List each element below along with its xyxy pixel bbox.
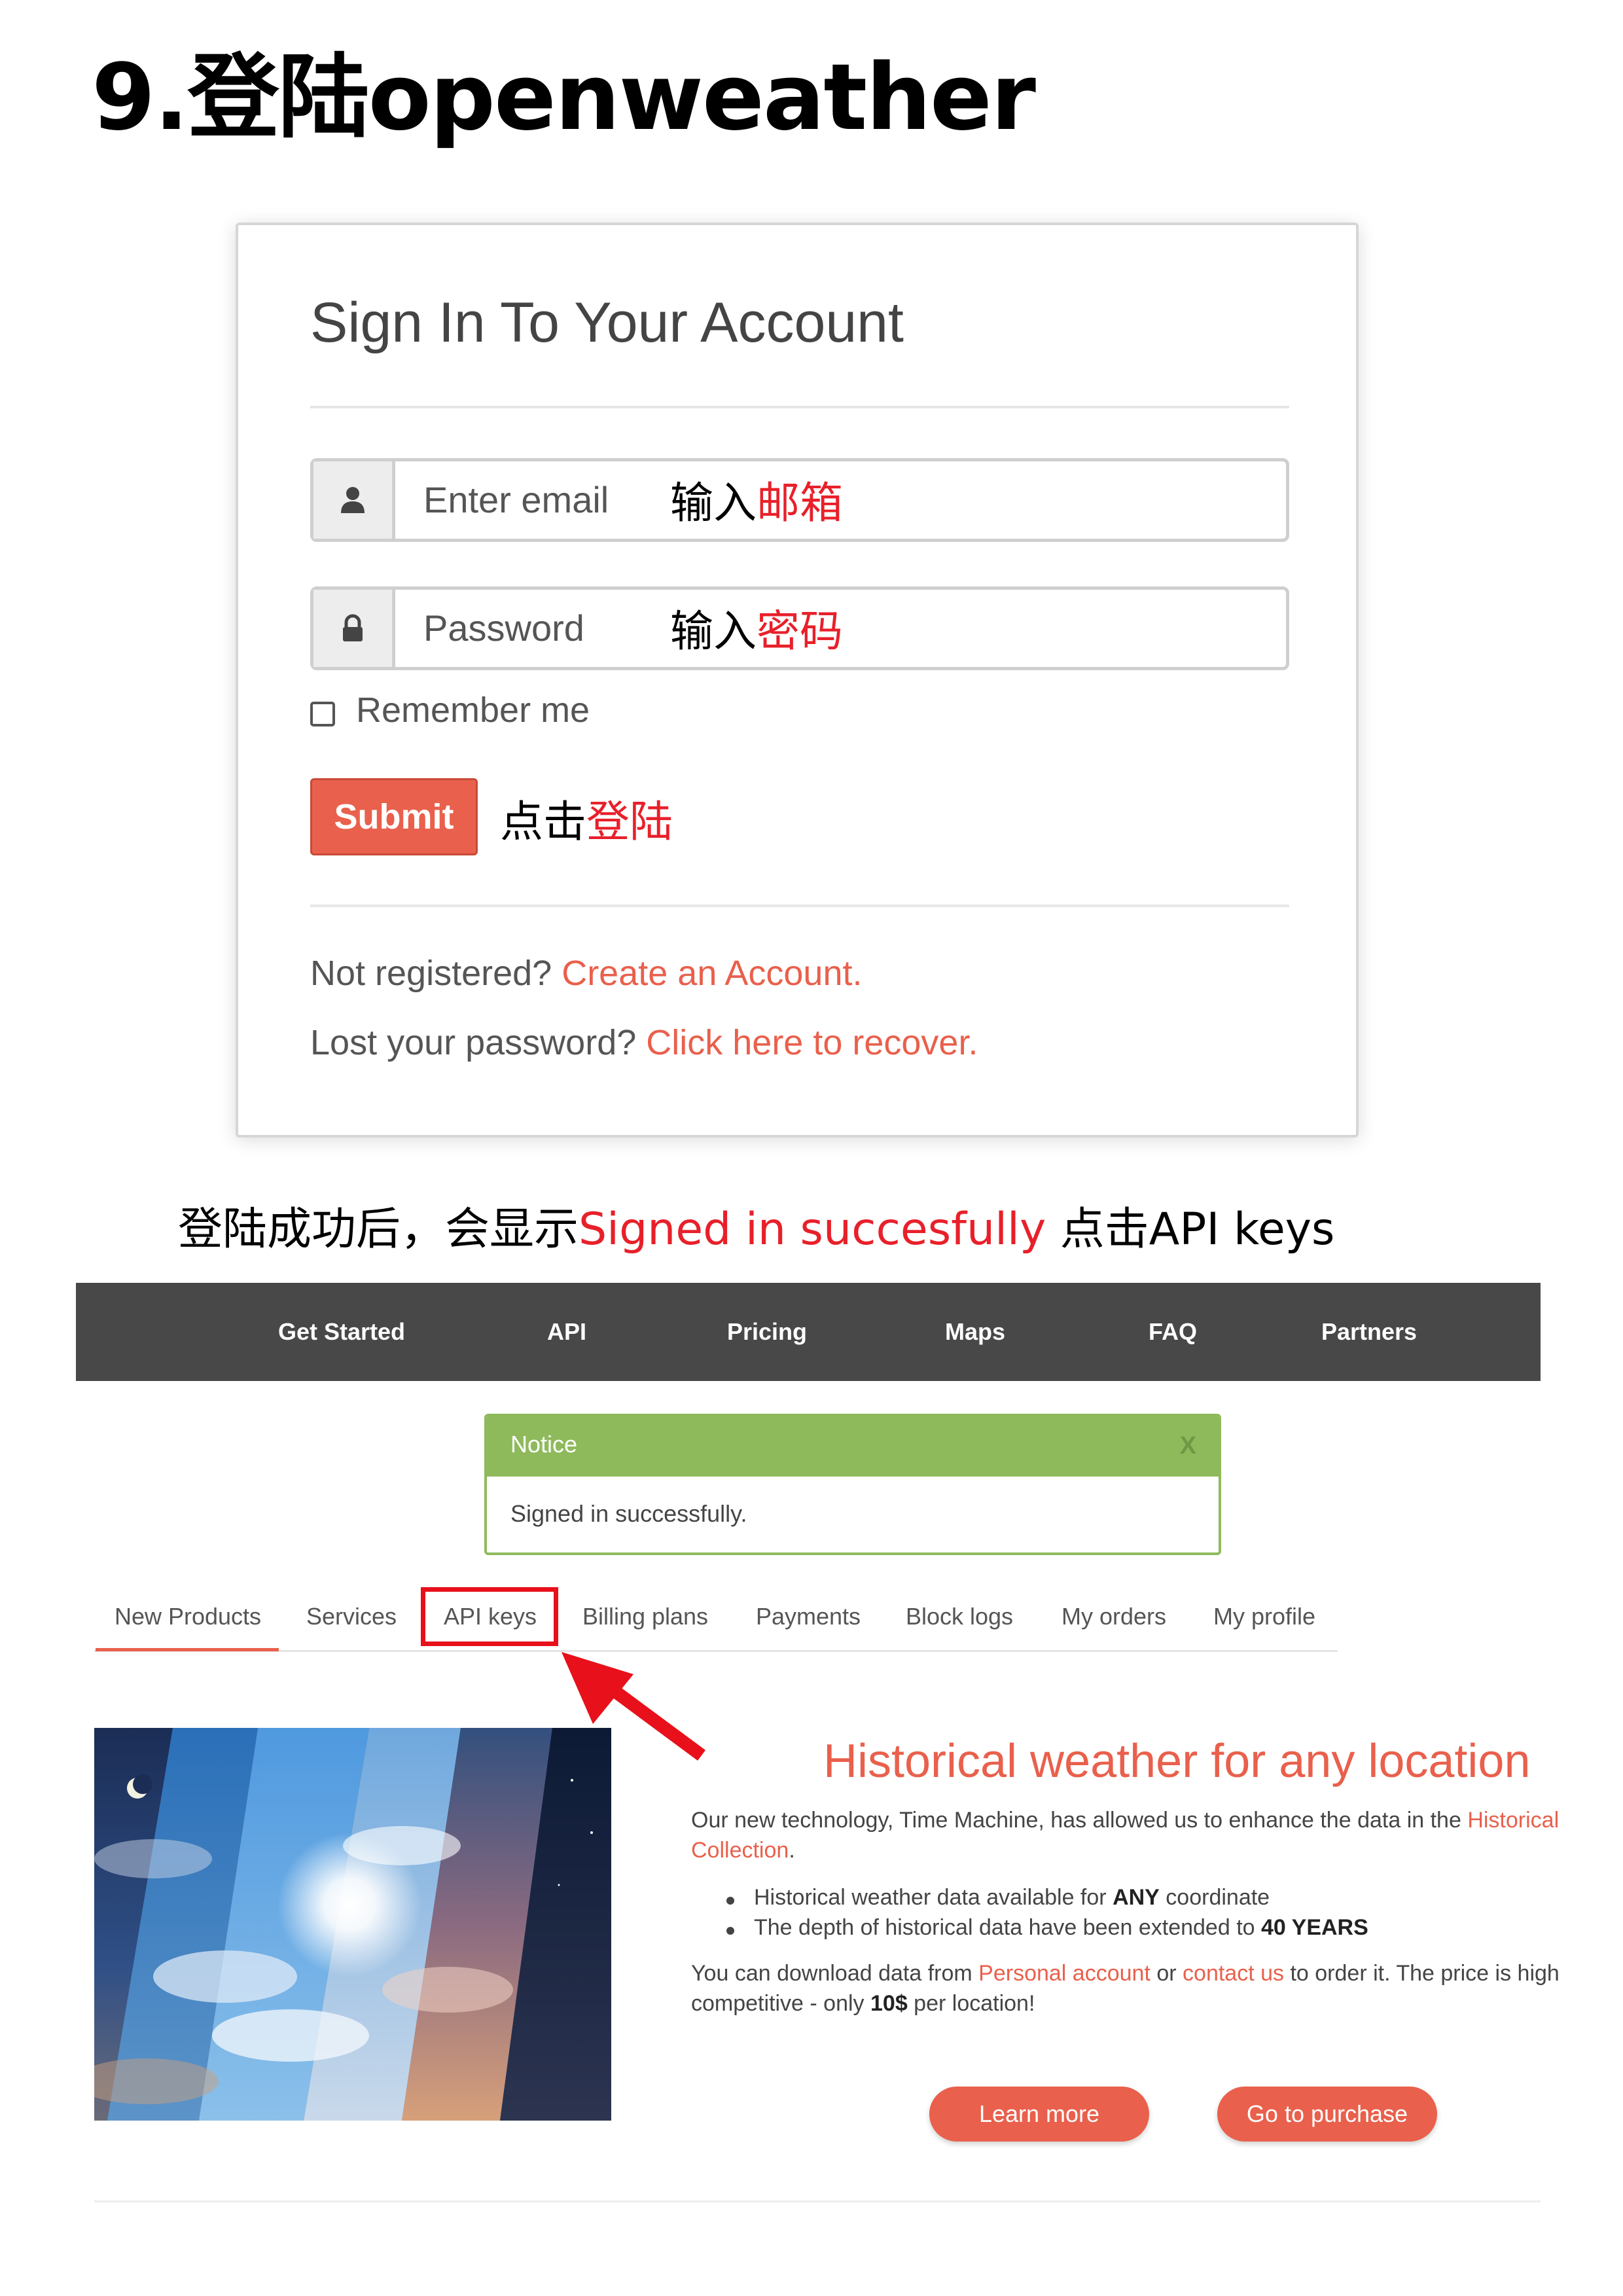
email-placeholder: Enter email [423,479,609,520]
bullet-dot [726,1927,734,1935]
historical-collection-link[interactable]: Historical [1467,1808,1559,1833]
learn-more-button[interactable]: Learn more [929,2087,1149,2142]
tab-block-logs[interactable]: Block logs [906,1584,1013,1649]
contact-us-link[interactable]: contact us [1183,1961,1284,1986]
promo-intro-line2: Collection. [691,1838,795,1863]
nav-faq[interactable]: FAQ [1149,1283,1197,1381]
api-keys-highlight-box [421,1587,558,1646]
tab-new-products[interactable]: New Products [115,1584,261,1649]
remember-me-checkbox[interactable] [310,702,335,726]
lock-icon [313,590,395,667]
weather-sky-image [94,1728,611,2121]
notice-title: Notice [510,1431,578,1458]
notice-alert: Notice X Signed in successfully. [484,1414,1221,1555]
user-icon [313,461,395,539]
signin-card: Sign In To Your Account Enter email 输入邮箱… [236,223,1359,1138]
nav-partners[interactable]: Partners [1321,1283,1417,1381]
nav-api[interactable]: API [547,1283,586,1381]
register-line: Not registered? Create an Account. [310,954,863,993]
tab-payments[interactable]: Payments [756,1584,861,1649]
tab-my-orders[interactable]: My orders [1061,1584,1166,1649]
signin-title: Sign In To Your Account [310,291,904,354]
active-tab-indicator [96,1648,279,1651]
go-to-purchase-button[interactable]: Go to purchase [1217,2087,1437,2142]
divider [94,2200,1541,2202]
nav-pricing[interactable]: Pricing [727,1283,807,1381]
remember-me-label: Remember me [356,691,590,730]
instruction-caption: 登陆成功后，会显示Signed in succesfully 点击API key… [178,1204,1335,1255]
recover-line: Lost your password? Click here to recove… [310,1023,978,1062]
tabs-baseline [94,1650,1338,1652]
promo-intro-line1: Our new technology, Time Machine, has al… [691,1808,1560,1833]
historical-collection-link-2[interactable]: Collection [691,1838,789,1863]
password-placeholder: Password [423,607,584,649]
create-account-link[interactable]: Create an Account. [562,954,862,993]
tab-my-profile[interactable]: My profile [1213,1584,1315,1649]
account-tabs: New Products Services API keys Billing p… [94,1584,1338,1649]
top-navbar: Get Started API Pricing Maps FAQ Partner… [76,1283,1541,1381]
page-heading: 9.登陆openweather [92,45,1036,151]
notice-header: Notice X [487,1416,1219,1477]
promo-download-line1: You can download data from Personal acco… [691,1961,1560,1986]
divider [310,905,1289,907]
divider [310,406,1289,408]
recover-password-link[interactable]: Click here to recover. [646,1023,978,1062]
password-annotation: 输入密码 [670,606,843,656]
tab-billing-plans[interactable]: Billing plans [582,1584,708,1649]
submit-button[interactable]: Submit [310,778,478,855]
email-field[interactable]: Enter email 输入邮箱 [310,458,1289,542]
nav-get-started[interactable]: Get Started [278,1283,405,1381]
bullet-dot [726,1897,734,1905]
nav-maps[interactable]: Maps [945,1283,1005,1381]
password-field[interactable]: Password 输入密码 [310,586,1289,670]
promo-bullet-1: Historical weather data available for AN… [754,1885,1270,1910]
email-annotation: 输入邮箱 [670,478,843,528]
tab-services[interactable]: Services [306,1584,397,1649]
personal-account-link[interactable]: Personal account [978,1961,1150,1986]
promo-download-line2: competitive - only 10$ per location! [691,1991,1035,2016]
close-icon[interactable]: X [1180,1432,1196,1460]
promo-title: Historical weather for any location [823,1735,1531,1787]
promo-bullet-2: The depth of historical data have been e… [754,1915,1368,1940]
notice-message: Signed in successfully. [510,1500,747,1527]
submit-annotation: 点击登陆 [500,797,673,847]
